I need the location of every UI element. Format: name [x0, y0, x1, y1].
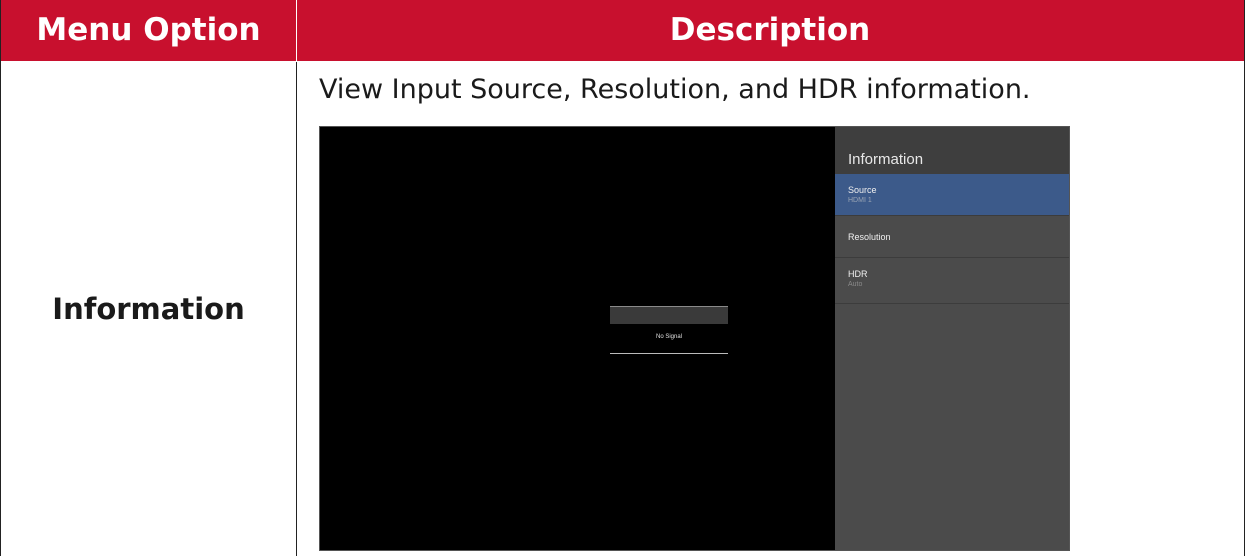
no-signal-line	[610, 353, 728, 354]
item-label-resolution: Resolution	[848, 232, 891, 242]
no-signal-text: No Signal	[655, 334, 682, 340]
description-text: View Input Source, Resolution, and HDR i…	[319, 74, 1031, 105]
panel-header: Information	[835, 127, 1069, 174]
panel-item-resolution[interactable]: Resolution	[835, 216, 1069, 258]
information-panel: Information Source HDMI 1 Resolution HDR…	[835, 127, 1069, 550]
column-divider	[296, 62, 297, 556]
no-signal-dialog: No Signal	[610, 306, 728, 356]
option-cell: Information	[1, 62, 296, 556]
panel-item-source[interactable]: Source HDMI 1	[835, 174, 1069, 216]
description-header: Description	[669, 12, 871, 48]
osd-screenshot: No Signal Information Source HDMI 1 Reso…	[319, 126, 1070, 551]
item-value-hdr: Auto	[848, 281, 863, 288]
menu-table: Menu Option Description Information View…	[0, 0, 1245, 556]
menu-option-header: Menu Option	[36, 12, 261, 48]
panel-title: Information	[848, 151, 924, 168]
item-label-source: Source	[848, 185, 877, 195]
table-header: Menu Option Description	[1, 0, 1244, 62]
panel-item-hdr[interactable]: HDR Auto	[835, 258, 1069, 304]
item-value-source: HDMI 1	[848, 197, 872, 204]
no-signal-bar	[610, 306, 728, 324]
option-label: Information	[52, 292, 245, 326]
item-label-hdr: HDR	[848, 269, 868, 279]
